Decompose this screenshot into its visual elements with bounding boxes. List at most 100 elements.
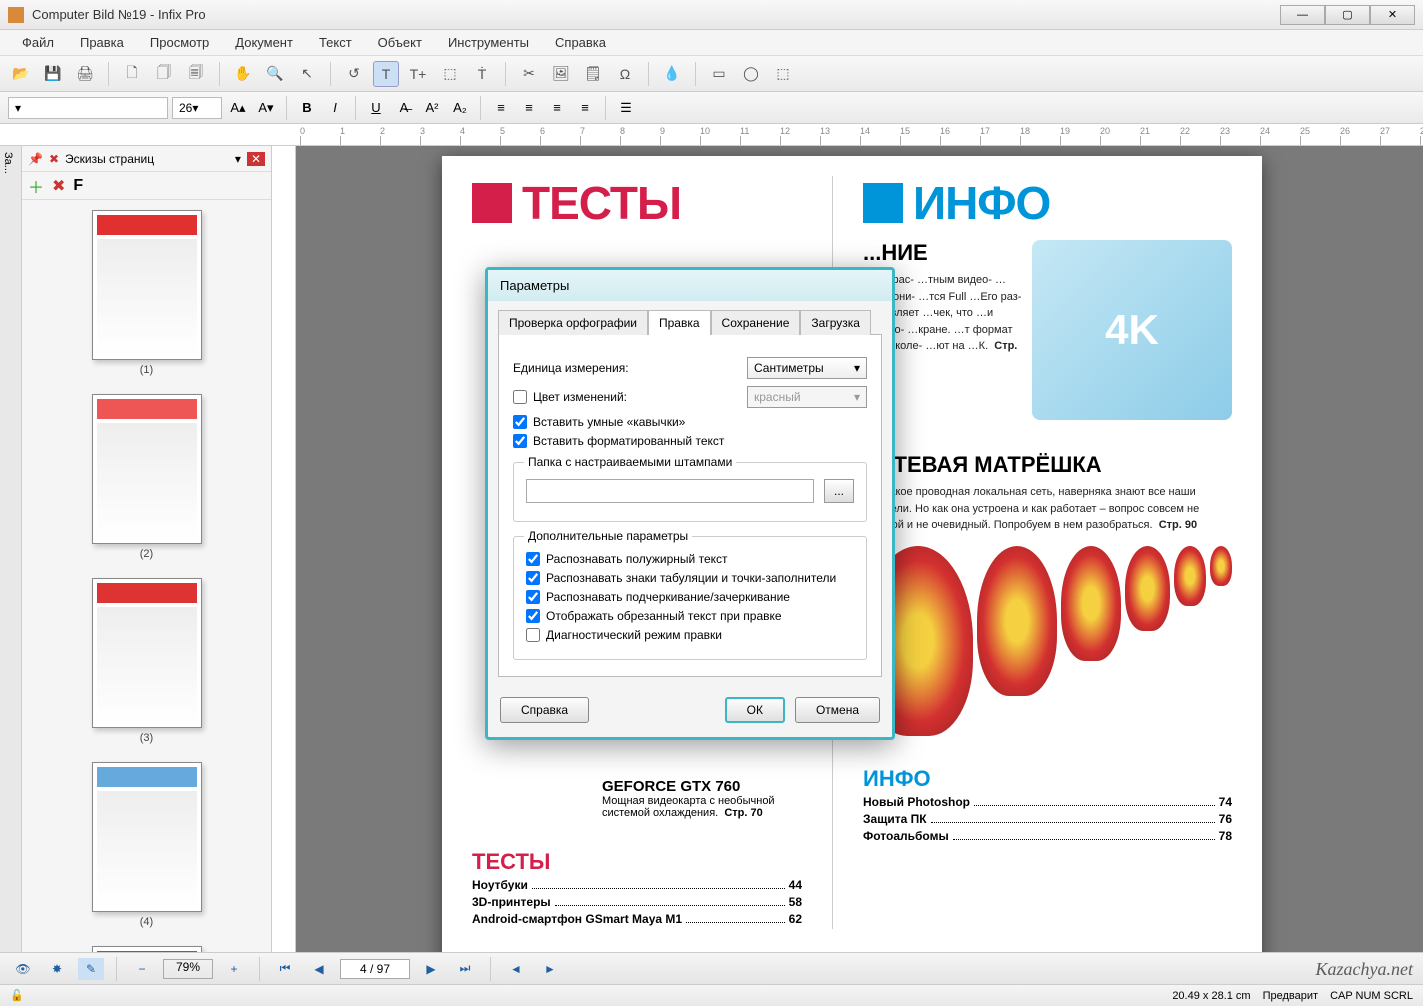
menu-document[interactable]: Документ [225,33,303,52]
menu-object[interactable]: Объект [368,33,432,52]
font-size-dropdown[interactable]: 26 ▾ [172,97,222,119]
thumb-item[interactable]: (4) [92,762,202,928]
menu-text[interactable]: Текст [309,33,362,52]
menu-edit[interactable]: Правка [70,33,134,52]
superscript-button[interactable]: A² [420,97,444,119]
help-button[interactable]: Справка [500,697,589,723]
detect-bold-checkbox[interactable] [526,552,540,566]
linked-text-icon[interactable]: ⬚ [437,61,463,87]
zoom-value[interactable]: 79% [163,959,213,979]
pointer-tool-icon[interactable]: ↖ [294,61,320,87]
text-edit-tool-icon[interactable]: T [373,61,399,87]
font-smaller-icon[interactable]: A▾ [254,97,278,119]
menu-file[interactable]: Файл [12,33,64,52]
color-dropdown[interactable]: красный▾ [747,386,867,408]
text-plus-icon[interactable]: T+ [405,61,431,87]
crop-icon[interactable]: ✂ [516,61,542,87]
font-larger-icon[interactable]: A▴ [226,97,250,119]
zoom-tool-icon[interactable]: 🔍 [262,61,288,87]
add-page-icon[interactable]: ＋ [28,174,44,198]
first-page-icon[interactable]: ⏮ [272,958,298,980]
panel-menu-icon[interactable]: ▾ [235,152,241,166]
menu-tools[interactable]: Инструменты [438,33,539,52]
stamps-path-input[interactable] [526,479,814,503]
pages-icon[interactable]: 🗐 [183,61,209,87]
tab-loading[interactable]: Загрузка [800,310,871,335]
note-icon[interactable]: 🗒 [580,61,606,87]
maximize-button[interactable]: ▢ [1325,5,1370,25]
list-icon[interactable]: ☰ [614,97,638,119]
vtext-icon[interactable]: Ṫ [469,61,495,87]
copy-page-icon[interactable]: 🗍 [151,61,177,87]
subscript-button[interactable]: A₂ [448,97,472,119]
font-family-dropdown[interactable]: ▾ [8,97,168,119]
sidepanel-tabs[interactable]: За... [0,146,22,966]
pin-icon[interactable]: 📌 [28,152,43,166]
page-input[interactable] [340,959,410,979]
paste-formatted-checkbox[interactable] [513,434,527,448]
browse-button[interactable]: ... [824,479,854,503]
print-icon[interactable]: 🖨 [72,61,98,87]
fit-icon[interactable]: F [73,177,83,195]
select-all-icon[interactable]: ⬚ [770,61,796,87]
tab-spellcheck[interactable]: Проверка орфографии [498,310,648,335]
view-mode2-icon[interactable]: ✸ [44,958,70,980]
color-checkbox[interactable] [513,390,527,404]
history-back-icon[interactable]: ◄ [503,958,529,980]
last-page-icon[interactable]: ⏭ [452,958,478,980]
next-page-icon[interactable]: ▶ [418,958,444,980]
close-panel-icon[interactable]: ✖ [49,152,59,166]
minimize-button[interactable]: — [1280,5,1325,25]
select-lasso-icon[interactable]: ◯ [738,61,764,87]
thumb-item[interactable]: (2) [92,394,202,560]
select-rect-icon[interactable]: ▭ [706,61,732,87]
show-clipped-checkbox[interactable] [526,609,540,623]
italic-button[interactable]: I [323,97,347,119]
thumbnails-list[interactable]: (1) (2) (3) (4) [22,200,271,966]
image-icon[interactable]: 🖼 [548,61,574,87]
align-left-icon[interactable]: ≡ [489,97,513,119]
separator [490,957,491,981]
bold-button[interactable]: B [295,97,319,119]
smart-quotes-label: Вставить умные «кавычки» [533,415,685,429]
detect-tabs-checkbox[interactable] [526,571,540,585]
unit-dropdown[interactable]: Сантиметры▾ [747,357,867,379]
smart-quotes-checkbox[interactable] [513,415,527,429]
tab-editing[interactable]: Правка [648,310,711,335]
link-icon[interactable]: Ω [612,61,638,87]
cancel-button[interactable]: Отмена [795,697,880,723]
ok-button[interactable]: ОК [725,697,785,723]
tab-saving[interactable]: Сохранение [711,310,801,335]
align-right-icon[interactable]: ≡ [545,97,569,119]
separator [648,62,649,86]
view-mode3-icon[interactable]: ✎ [78,958,104,980]
thumb-item[interactable]: (3) [92,578,202,744]
thumb-item[interactable]: (1) [92,210,202,376]
align-center-icon[interactable]: ≡ [517,97,541,119]
new-page-icon[interactable]: 🗋 [119,61,145,87]
detect-underline-checkbox[interactable] [526,590,540,604]
menu-help[interactable]: Справка [545,33,616,52]
underline-button[interactable]: U [364,97,388,119]
delete-page-icon[interactable]: ✖ [52,176,65,196]
close-button[interactable]: ✕ [1370,5,1415,25]
open-icon[interactable]: 📂 [8,61,34,87]
panel-close-icon[interactable]: ✕ [247,152,265,166]
show-clipped-label: Отображать обрезанный текст при правке [546,609,782,623]
zoom-in-icon[interactable]: + [221,958,247,980]
eyedropper-icon[interactable]: 💧 [659,61,685,87]
separator [505,62,506,86]
diagnostic-checkbox[interactable] [526,628,540,642]
rotate-icon[interactable]: ↺ [341,61,367,87]
hand-tool-icon[interactable]: ✋ [230,61,256,87]
history-fwd-icon[interactable]: ► [537,958,563,980]
zoom-out-icon[interactable]: − [129,958,155,980]
sidepanel-tab-label[interactable]: За... [0,146,16,180]
paste-formatted-label: Вставить форматированный текст [533,434,724,448]
view-mode1-icon[interactable]: 👁 [10,958,36,980]
save-icon[interactable]: 💾 [40,61,66,87]
align-justify-icon[interactable]: ≡ [573,97,597,119]
menu-view[interactable]: Просмотр [140,33,219,52]
strike-button[interactable]: A̶ [392,97,416,119]
prev-page-icon[interactable]: ◀ [306,958,332,980]
